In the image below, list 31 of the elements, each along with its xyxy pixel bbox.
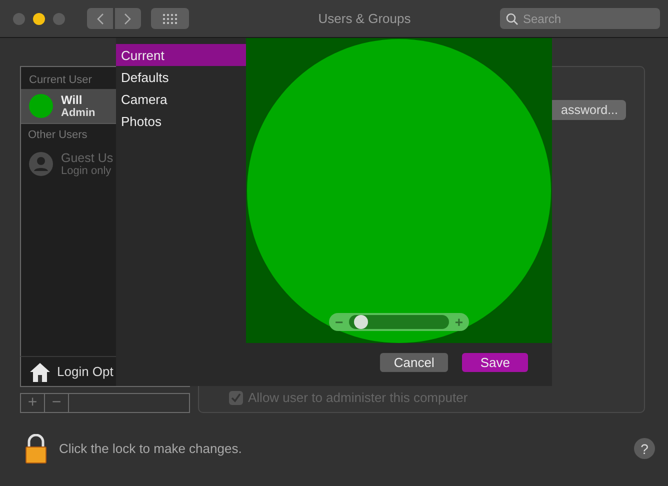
user-silhouette-icon <box>29 152 53 176</box>
slider-thumb[interactable] <box>354 315 368 329</box>
back-button[interactable] <box>87 8 113 29</box>
search-field[interactable]: Search <box>500 8 660 29</box>
source-menu-item[interactable]: Current <box>116 44 246 66</box>
zoom-out-sign: − <box>335 315 344 329</box>
user-role: Admin <box>61 107 96 119</box>
window-control[interactable] <box>33 12 45 24</box>
forward-button[interactable] <box>115 8 141 29</box>
user-name: Will <box>61 93 84 107</box>
help-button[interactable]: ? <box>634 438 655 459</box>
chevron-left-icon <box>96 12 104 24</box>
grid-icon <box>163 14 177 24</box>
lock-icon <box>25 434 47 464</box>
search-icon <box>506 13 518 25</box>
window-title: Users & Groups <box>317 11 412 26</box>
user-avatar <box>29 94 53 118</box>
save-button[interactable]: Save <box>462 353 528 372</box>
section-header: Other Users <box>27 128 88 143</box>
zoom-in-sign: + <box>454 315 463 329</box>
remove-user-button[interactable]: − <box>45 394 69 412</box>
show-all-button[interactable] <box>151 8 189 29</box>
house-icon <box>29 362 51 382</box>
cancel-button[interactable]: Cancel <box>380 353 448 372</box>
source-menu-item[interactable]: Defaults <box>116 66 246 88</box>
chevron-right-icon <box>124 12 132 24</box>
user-role: Login only <box>61 165 112 177</box>
lock-message: Click the lock to make changes. <box>59 441 242 456</box>
add-user-button[interactable]: + <box>21 394 45 412</box>
section-header: Current User <box>28 73 92 88</box>
user-name: Guest Us <box>61 151 114 165</box>
